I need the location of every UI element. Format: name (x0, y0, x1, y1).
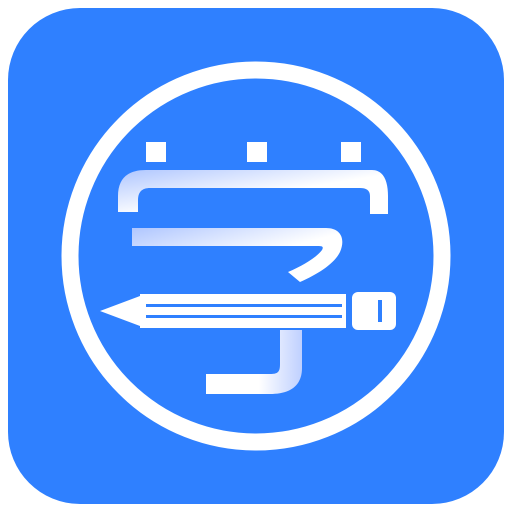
pencil-icon (100, 292, 396, 330)
glyph-dot-left (146, 142, 166, 162)
glyph-dot-right (341, 142, 361, 162)
pencil-body (140, 294, 346, 328)
icon-background (8, 8, 504, 504)
pencil-eraser (352, 292, 396, 330)
pencil-eraser-line (378, 300, 382, 322)
pencil-band (346, 294, 352, 328)
pencil-groove-top (146, 304, 342, 307)
app-icon-svg (8, 8, 504, 504)
glyph-dot-middle (247, 142, 267, 162)
pencil-groove-bottom (146, 315, 342, 318)
app-icon (0, 0, 512, 512)
